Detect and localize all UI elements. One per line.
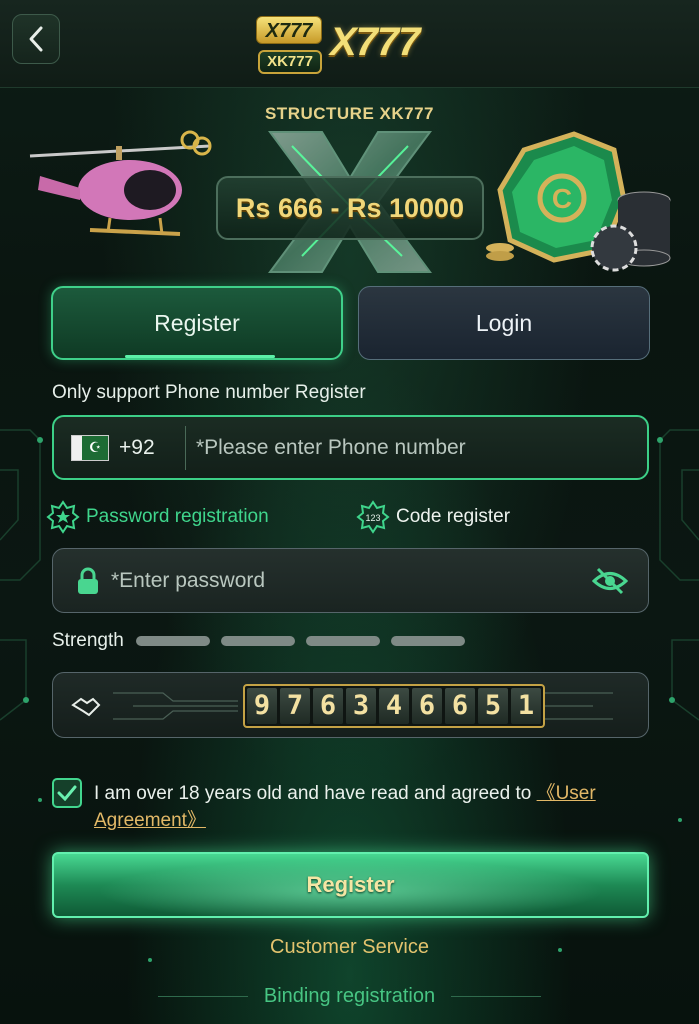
handshake-icon xyxy=(71,697,101,717)
checkmark-icon xyxy=(57,785,77,801)
captcha-field[interactable]: 9 7 6 3 4 6 6 5 1 xyxy=(52,672,649,738)
star-badge-icon xyxy=(46,500,80,534)
helicopter-icon xyxy=(29,130,212,236)
registration-mode-row: Password registration 123 Code register xyxy=(46,500,646,534)
phone-field: ☪ +92 xyxy=(52,415,649,480)
captcha-digits: 9 7 6 3 4 6 6 5 1 xyxy=(243,684,545,728)
code-register-option[interactable]: 123 Code register xyxy=(356,500,510,534)
agreement-text: I am over 18 years old and have read and… xyxy=(94,780,654,834)
binding-registration-link[interactable]: Binding registration xyxy=(264,985,435,1008)
logo-badge-bottom: XK777 xyxy=(258,50,322,74)
captcha-digit: 3 xyxy=(346,688,376,724)
captcha-digit: 6 xyxy=(313,688,343,724)
tab-register-label: Register xyxy=(154,309,240,336)
agreement-statement: I am over 18 years old and have read and… xyxy=(94,783,537,804)
captcha-digit: 9 xyxy=(247,688,277,724)
header-bar: X777 XK777 X777 xyxy=(0,0,699,88)
phone-input[interactable] xyxy=(196,427,647,468)
promo-banner: STRUCTURE XK777 Rs 666 - Rs 10000 C xyxy=(0,92,699,282)
app-logo: X777 XK777 X777 xyxy=(252,12,452,78)
password-field xyxy=(52,548,649,613)
captcha-digit: 5 xyxy=(478,688,508,724)
emerald-coin-icon: C xyxy=(486,131,671,272)
password-registration-label: Password registration xyxy=(86,506,269,527)
support-notice: Only support Phone number Register xyxy=(52,382,366,403)
strength-bar xyxy=(305,636,380,646)
logo-wordmark: X777 xyxy=(330,20,420,64)
binding-registration-row: Binding registration xyxy=(0,985,699,1008)
lock-icon xyxy=(78,567,98,594)
strength-label: Strength xyxy=(52,630,124,651)
customer-service-link[interactable]: Customer Service xyxy=(0,936,699,959)
active-tab-indicator xyxy=(125,355,275,358)
back-button[interactable] xyxy=(12,14,60,64)
logo-badge: X777 XK777 xyxy=(252,12,324,76)
svg-text:C: C xyxy=(552,183,572,214)
logo-badge-top: X777 xyxy=(256,16,322,44)
bonus-amount: Rs 666 - Rs 10000 xyxy=(216,176,484,240)
code-badge-icon: 123 xyxy=(356,500,390,534)
tab-login[interactable]: Login xyxy=(358,286,650,360)
chevron-left-icon xyxy=(29,26,43,52)
password-strength: Strength xyxy=(52,630,476,652)
captcha-digit: 4 xyxy=(379,688,409,724)
password-input[interactable] xyxy=(111,560,592,601)
captcha-digit: 1 xyxy=(511,688,541,724)
tab-login-label: Login xyxy=(475,309,533,336)
captcha-digit: 6 xyxy=(412,688,442,724)
eye-off-icon[interactable] xyxy=(592,566,628,596)
pakistan-flag-icon[interactable]: ☪ xyxy=(71,434,109,461)
captcha-digit: 6 xyxy=(445,688,475,724)
phone-divider xyxy=(185,425,186,470)
code-register-label: Code register xyxy=(396,506,511,527)
captcha-digit: 7 xyxy=(280,688,310,724)
country-code-selector[interactable]: +92 xyxy=(119,436,179,460)
strength-bar xyxy=(390,636,465,646)
register-button[interactable]: Register xyxy=(52,852,649,918)
password-registration-option[interactable]: Password registration xyxy=(46,500,269,534)
banner-title: STRUCTURE XK777 xyxy=(264,104,435,123)
tab-register[interactable]: Register xyxy=(51,286,343,360)
agree-checkbox[interactable] xyxy=(52,778,82,808)
strength-bar xyxy=(135,636,210,646)
strength-bar xyxy=(220,636,295,646)
divider-line xyxy=(451,996,542,997)
code-badge-text: 123 xyxy=(365,513,380,523)
divider-line xyxy=(157,996,248,997)
